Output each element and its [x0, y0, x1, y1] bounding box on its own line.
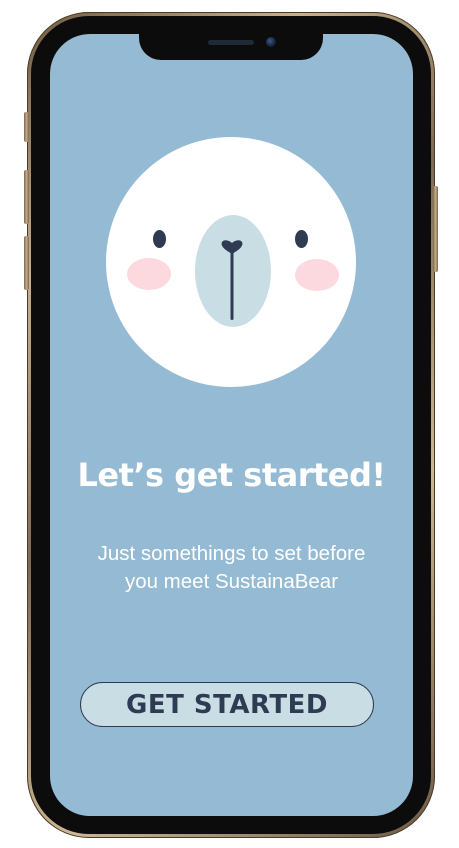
- silent-switch: [24, 112, 29, 142]
- subtitle-line-1: Just somethings to set before: [97, 542, 366, 565]
- subtitle-line-2: you meet SustainaBear: [124, 570, 339, 593]
- get-started-button[interactable]: GET STARTED: [80, 682, 374, 727]
- front-camera: [266, 37, 276, 47]
- app-screen: Let’s get started! Just somethings to se…: [50, 34, 413, 816]
- earpiece-speaker: [208, 40, 254, 45]
- get-started-label: GET STARTED: [126, 689, 328, 720]
- volume-up-button: [24, 170, 29, 224]
- bear-cheek-left: [127, 258, 171, 290]
- volume-down-button: [24, 236, 29, 290]
- bear-nose-icon: [221, 240, 243, 320]
- polar-bear-face-icon: [106, 137, 356, 387]
- phone-notch: [139, 28, 323, 60]
- page-title: Let’s get started!: [77, 456, 387, 494]
- bear-eye-left: [153, 230, 166, 248]
- bear-cheek-right: [295, 259, 339, 291]
- power-button: [433, 186, 438, 272]
- bear-eye-right: [295, 230, 308, 248]
- page-subtitle: Just somethings to set before you meet S…: [50, 540, 413, 596]
